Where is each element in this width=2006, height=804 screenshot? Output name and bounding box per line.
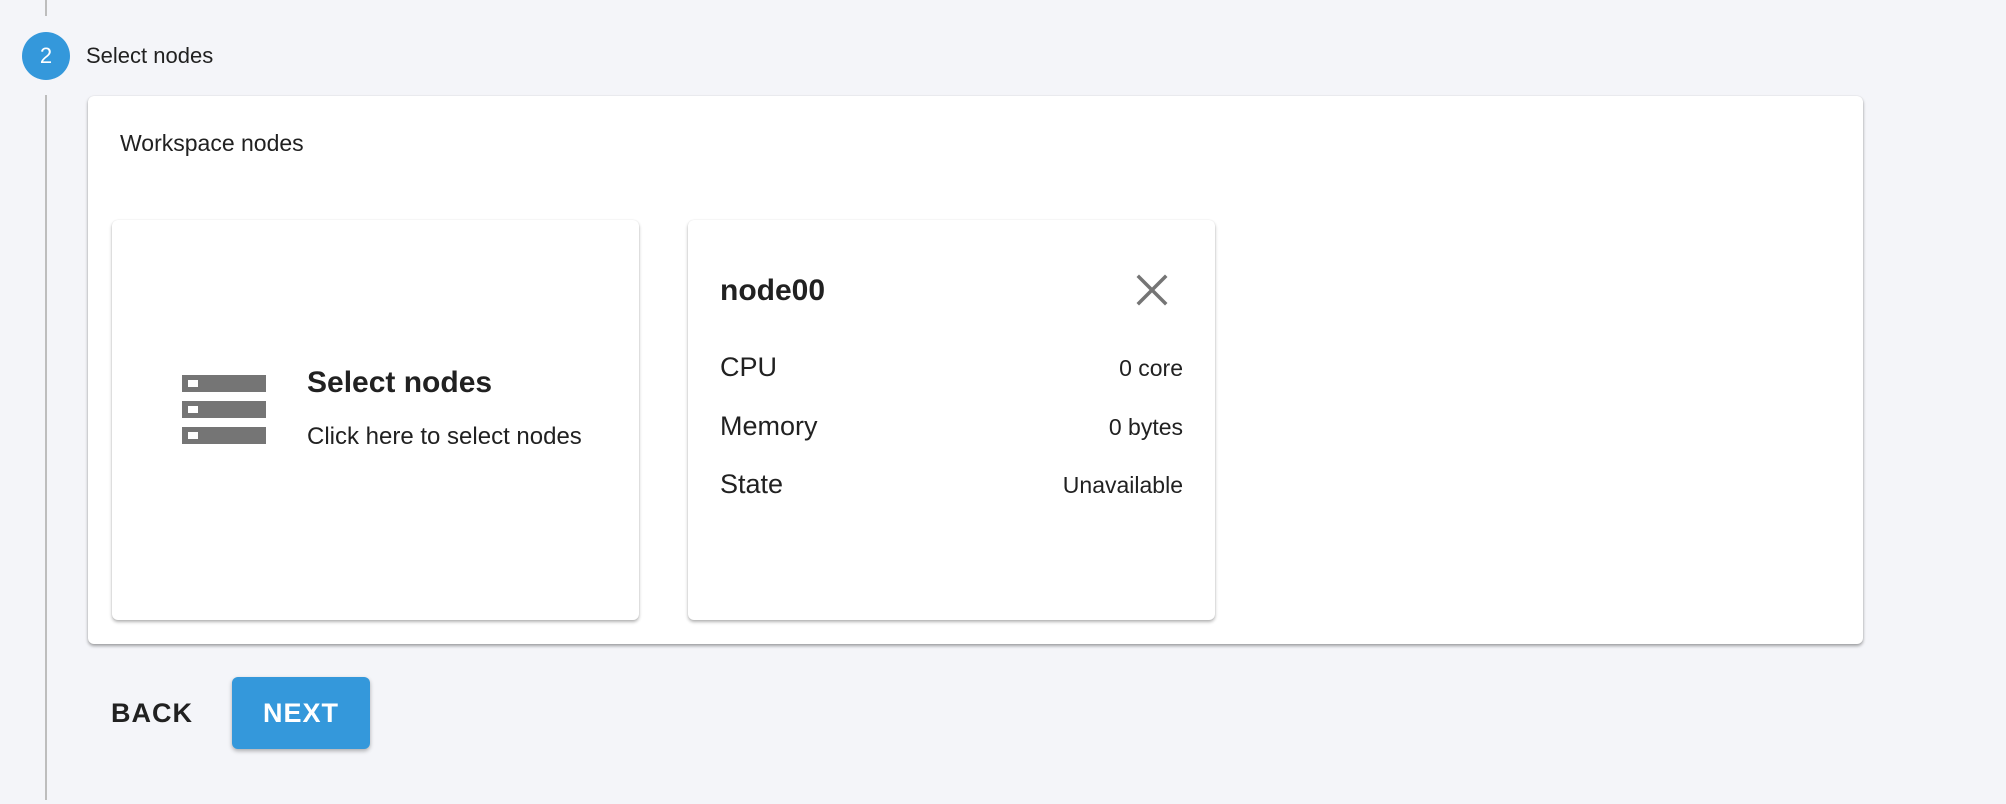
node-state-row: State Unavailable [720, 469, 1183, 500]
node-memory-value: 0 bytes [1108, 414, 1183, 440]
step-number-badge: 2 [22, 32, 70, 80]
step-actions: BACK NEXT [96, 677, 370, 749]
node-memory-label: Memory [720, 411, 818, 441]
node-cpu-value: 0 core [1119, 355, 1183, 381]
remove-node-button[interactable] [1128, 266, 1176, 314]
stepper-connector [45, 95, 47, 800]
node-card: node00 CPU 0 core Memory 0 bytes State U… [688, 220, 1215, 620]
step-title: Select nodes [86, 43, 214, 68]
select-nodes-title: Select nodes [307, 366, 493, 399]
node-state-label: State [720, 469, 784, 499]
select-nodes-subtitle: Click here to select nodes [307, 423, 582, 450]
server-rack-icon [182, 375, 266, 444]
node-name: node00 [720, 274, 826, 307]
next-button[interactable]: NEXT [232, 677, 370, 749]
step-header: 2 Select nodes [22, 32, 213, 80]
stepper-connector-top [45, 0, 47, 16]
panel-title: Workspace nodes [120, 130, 304, 156]
node-state-value: Unavailable [1062, 472, 1183, 498]
back-button[interactable]: BACK [96, 677, 208, 749]
node-memory-row: Memory 0 bytes [720, 411, 1183, 442]
node-cpu-row: CPU 0 core [720, 352, 1183, 383]
workspace-nodes-panel: Workspace nodes Select nodes Click here … [88, 96, 1863, 644]
node-cpu-label: CPU [720, 352, 778, 382]
close-icon [1136, 274, 1168, 306]
select-nodes-card[interactable]: Select nodes Click here to select nodes [112, 220, 639, 620]
